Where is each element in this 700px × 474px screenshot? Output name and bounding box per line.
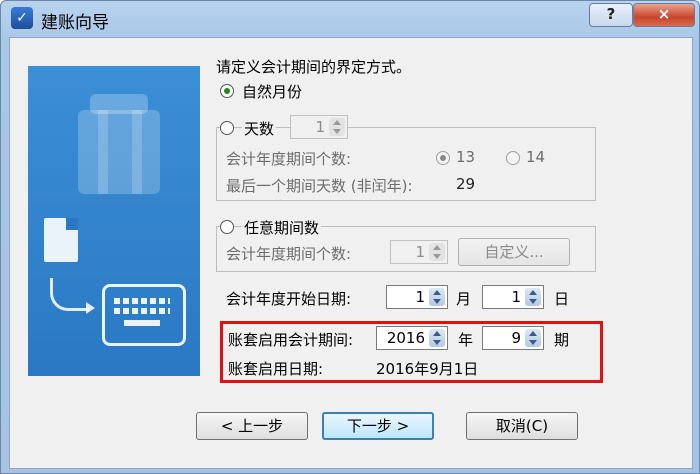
enable-period-value: 9 <box>511 329 521 347</box>
arbitrary-periods-label: 会计年度期间个数: <box>226 245 352 263</box>
start-day-value: 1 <box>511 288 521 306</box>
enable-date-value: 2016年9月1日 <box>376 360 479 378</box>
side-illustration <box>28 66 200 376</box>
days-radio[interactable] <box>220 121 234 135</box>
window-title: 建账向导 <box>41 13 109 33</box>
days-value: 1 <box>315 118 325 136</box>
title-bar: ✓ 建账向导 ? × <box>1 1 699 35</box>
spinner-arrows-icon[interactable] <box>525 288 541 306</box>
last-period-label: 最后一个期间天数 (非闰年): <box>226 177 413 195</box>
app-icon: ✓ <box>11 7 33 29</box>
custom-button[interactable]: 自定义... <box>458 238 570 266</box>
close-button[interactable]: × <box>633 3 695 27</box>
prompt-text: 请定义会计期间的界定方式。 <box>216 58 412 76</box>
spinner-arrows-icon[interactable] <box>429 243 445 261</box>
start-month-value: 1 <box>415 288 425 306</box>
cancel-button[interactable]: 取消(C) <box>466 412 578 440</box>
days-label: 天数 <box>242 118 277 139</box>
natural-month-label: 自然月份 <box>242 83 303 101</box>
month-unit: 月 <box>456 290 472 308</box>
arbitrary-label: 任意期间数 <box>242 217 322 238</box>
option-13-label: 13 <box>456 148 476 166</box>
spinner-arrows-icon[interactable] <box>429 329 445 347</box>
spinner-arrows-icon[interactable] <box>329 118 345 136</box>
arbitrary-spinner[interactable]: 1 <box>390 240 448 264</box>
start-date-label: 会计年度开始日期: <box>226 290 352 308</box>
natural-month-radio[interactable] <box>220 84 234 98</box>
enable-year-value: 2016 <box>386 329 425 347</box>
enable-period-spinner[interactable]: 9 <box>482 326 544 350</box>
dialog-body: 请定义会计期间的界定方式。 自然月份 天数 1 会计年度期间个数: 13 14 … <box>9 37 693 469</box>
start-month-spinner[interactable]: 1 <box>386 285 448 309</box>
spinner-arrows-icon[interactable] <box>429 288 445 306</box>
year-unit: 年 <box>458 331 474 349</box>
period-unit: 期 <box>554 331 570 349</box>
enable-date-label: 账套启用日期: <box>228 360 324 378</box>
next-button[interactable]: 下一步 > <box>322 412 434 440</box>
arbitrary-radio[interactable] <box>220 220 234 234</box>
days-periods-label: 会计年度期间个数: <box>226 150 352 168</box>
wizard-window: ✓ 建账向导 ? × 请定义会计期间的界定方式。 自然月份 天数 1 会计年度期… <box>0 0 700 474</box>
prev-button[interactable]: < 上一步 <box>196 412 308 440</box>
day-unit: 日 <box>554 290 570 308</box>
help-button[interactable]: ? <box>589 3 633 27</box>
start-day-spinner[interactable]: 1 <box>482 285 544 309</box>
enable-year-spinner[interactable]: 2016 <box>376 326 448 350</box>
option-13-radio[interactable] <box>436 151 450 165</box>
enable-period-label: 账套启用会计期间: <box>228 331 354 349</box>
last-period-value: 29 <box>456 175 476 193</box>
option-14-radio[interactable] <box>506 151 520 165</box>
spinner-arrows-icon[interactable] <box>525 329 541 347</box>
arbitrary-value: 1 <box>415 243 425 261</box>
option-14-label: 14 <box>526 148 546 166</box>
days-spinner[interactable]: 1 <box>290 115 348 139</box>
